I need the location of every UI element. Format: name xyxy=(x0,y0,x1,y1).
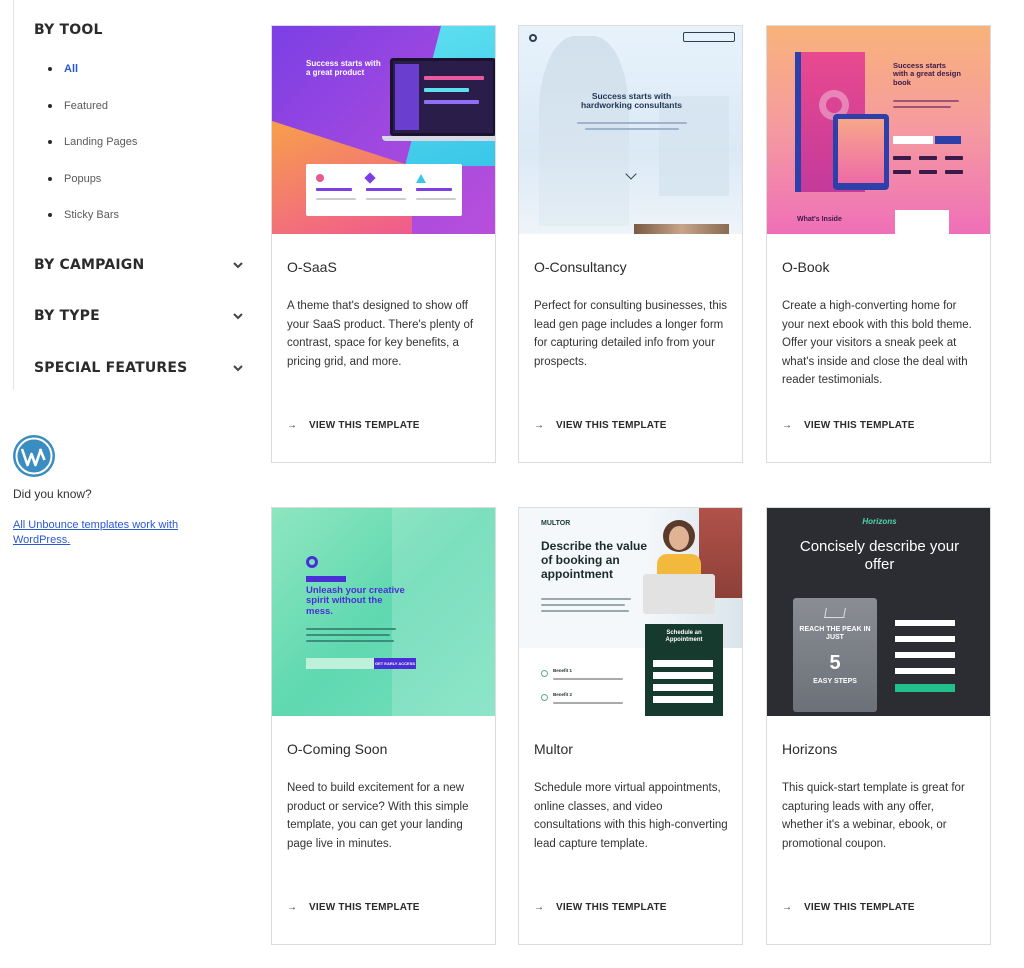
thumb-book-bottom: EASY STEPS xyxy=(813,678,857,685)
by-tool-heading: BY TOOL xyxy=(34,22,103,38)
wordpress-logo-icon xyxy=(12,434,56,478)
card-description: Need to build excitement for a new produ… xyxy=(287,782,469,850)
arrow-right-icon: → xyxy=(534,420,545,431)
tool-filter-popups[interactable]: Popups xyxy=(48,170,137,207)
card-title: Horizons xyxy=(782,741,838,757)
tool-filter-sticky-bars[interactable]: Sticky Bars xyxy=(48,206,137,243)
template-card-multor[interactable]: MULTOR Describe the value of booking an … xyxy=(518,507,743,945)
card-description: This quick-start template is great for c… xyxy=(782,782,965,850)
card-description: Create a high-converting home for your n… xyxy=(782,300,972,386)
wordpress-templates-link[interactable]: All Unbounce templates work with WordPre… xyxy=(13,518,193,548)
tool-filter-landing-pages[interactable]: Landing Pages xyxy=(48,133,137,170)
template-thumbnail: Success starts with a great product xyxy=(272,26,495,234)
tool-filter-all[interactable]: All xyxy=(48,60,137,97)
card-description: Perfect for consulting businesses, this … xyxy=(534,300,728,368)
template-card-o-saas[interactable]: Success starts with a great product O-Sa… xyxy=(271,25,496,463)
template-card-horizons[interactable]: Horizons Concisely describe your offer R… xyxy=(766,507,991,945)
thumb-headline: Success starts with hardworking consulta… xyxy=(580,91,683,111)
thumb-book-top: REACH THE PEAK IN JUST xyxy=(799,626,871,641)
arrow-right-icon: → xyxy=(534,902,545,913)
thumb-form-title: Schedule an Appointment xyxy=(665,630,703,643)
chevron-down-icon xyxy=(231,361,245,375)
special-features-toggle[interactable]: SPECIAL FEATURES xyxy=(14,357,249,379)
template-card-o-book[interactable]: Success starts with a great design book … xyxy=(766,25,991,463)
thumb-book-number: 5 xyxy=(829,652,841,674)
card-description: Schedule more virtual appointments, onli… xyxy=(534,782,728,850)
by-type-heading: BY TYPE xyxy=(34,308,100,324)
template-thumbnail: Success starts with hardworking consulta… xyxy=(519,26,742,234)
thumb-headline: Success starts with a great design book xyxy=(893,61,961,87)
template-thumbnail: Unleash your creative spirit without the… xyxy=(272,508,495,716)
view-template-link[interactable]: → VIEW THIS TEMPLATE xyxy=(534,420,667,431)
view-template-link[interactable]: → VIEW THIS TEMPLATE xyxy=(782,902,915,913)
thumb-logo: MULTOR xyxy=(541,520,571,527)
view-template-link[interactable]: → VIEW THIS TEMPLATE xyxy=(287,420,420,431)
view-template-link[interactable]: → VIEW THIS TEMPLATE xyxy=(534,902,667,913)
view-template-link[interactable]: → VIEW THIS TEMPLATE xyxy=(287,902,420,913)
view-template-label: VIEW THIS TEMPLATE xyxy=(804,420,915,431)
template-thumbnail: Horizons Concisely describe your offer R… xyxy=(767,508,990,716)
arrow-right-icon: → xyxy=(287,902,298,913)
thumb-headline: Concisely describe your offer xyxy=(799,538,960,573)
chevron-down-icon xyxy=(231,258,245,272)
chevron-down-icon xyxy=(231,309,245,323)
tool-filter-featured[interactable]: Featured xyxy=(48,97,137,134)
by-campaign-heading: BY CAMPAIGN xyxy=(34,257,145,273)
special-features-heading: SPECIAL FEATURES xyxy=(34,360,188,376)
template-thumbnail: MULTOR Describe the value of booking an … xyxy=(519,508,742,716)
filter-sidebar: BY TOOL All Featured Landing Pages Popup… xyxy=(13,0,248,390)
view-template-link[interactable]: → VIEW THIS TEMPLATE xyxy=(782,420,915,431)
view-template-label: VIEW THIS TEMPLATE xyxy=(556,902,667,913)
thumb-subheading: What's Inside xyxy=(797,216,842,223)
card-title: O-Consultancy xyxy=(534,259,627,275)
template-thumbnail: Success starts with a great design book … xyxy=(767,26,990,234)
view-template-label: VIEW THIS TEMPLATE xyxy=(309,420,420,431)
arrow-right-icon: → xyxy=(287,420,298,431)
promo-heading: Did you know? xyxy=(13,487,92,501)
card-title: Multor xyxy=(534,741,573,757)
view-template-label: VIEW THIS TEMPLATE xyxy=(556,420,667,431)
thumb-headline: Unleash your creative spirit without the… xyxy=(306,585,405,617)
thumb-button: GET EARLY ACCESS xyxy=(374,658,416,669)
card-title: O-Coming Soon xyxy=(287,741,388,757)
thumb-headline: Describe the value of booking an appoint… xyxy=(541,539,648,581)
thumb-logo: Horizons xyxy=(862,517,897,526)
view-template-label: VIEW THIS TEMPLATE xyxy=(309,902,420,913)
card-description: A theme that's designed to show off your… xyxy=(287,300,474,368)
card-title: O-Book xyxy=(782,259,830,275)
card-title: O-SaaS xyxy=(287,259,337,275)
by-campaign-toggle[interactable]: BY CAMPAIGN xyxy=(14,254,249,276)
template-card-o-consultancy[interactable]: Success starts with hardworking consulta… xyxy=(518,25,743,463)
thumb-benefit-2: Benefit 2 xyxy=(553,692,573,697)
arrow-right-icon: → xyxy=(782,902,793,913)
by-type-toggle[interactable]: BY TYPE xyxy=(14,305,249,327)
template-card-o-coming-soon[interactable]: Unleash your creative spirit without the… xyxy=(271,507,496,945)
thumb-headline: Success starts with a great product xyxy=(306,59,381,77)
tool-filter-list: All Featured Landing Pages Popups Sticky… xyxy=(48,60,137,243)
view-template-label: VIEW THIS TEMPLATE xyxy=(804,902,915,913)
thumb-benefit-1: Benefit 1 xyxy=(553,668,573,673)
arrow-right-icon: → xyxy=(782,420,793,431)
